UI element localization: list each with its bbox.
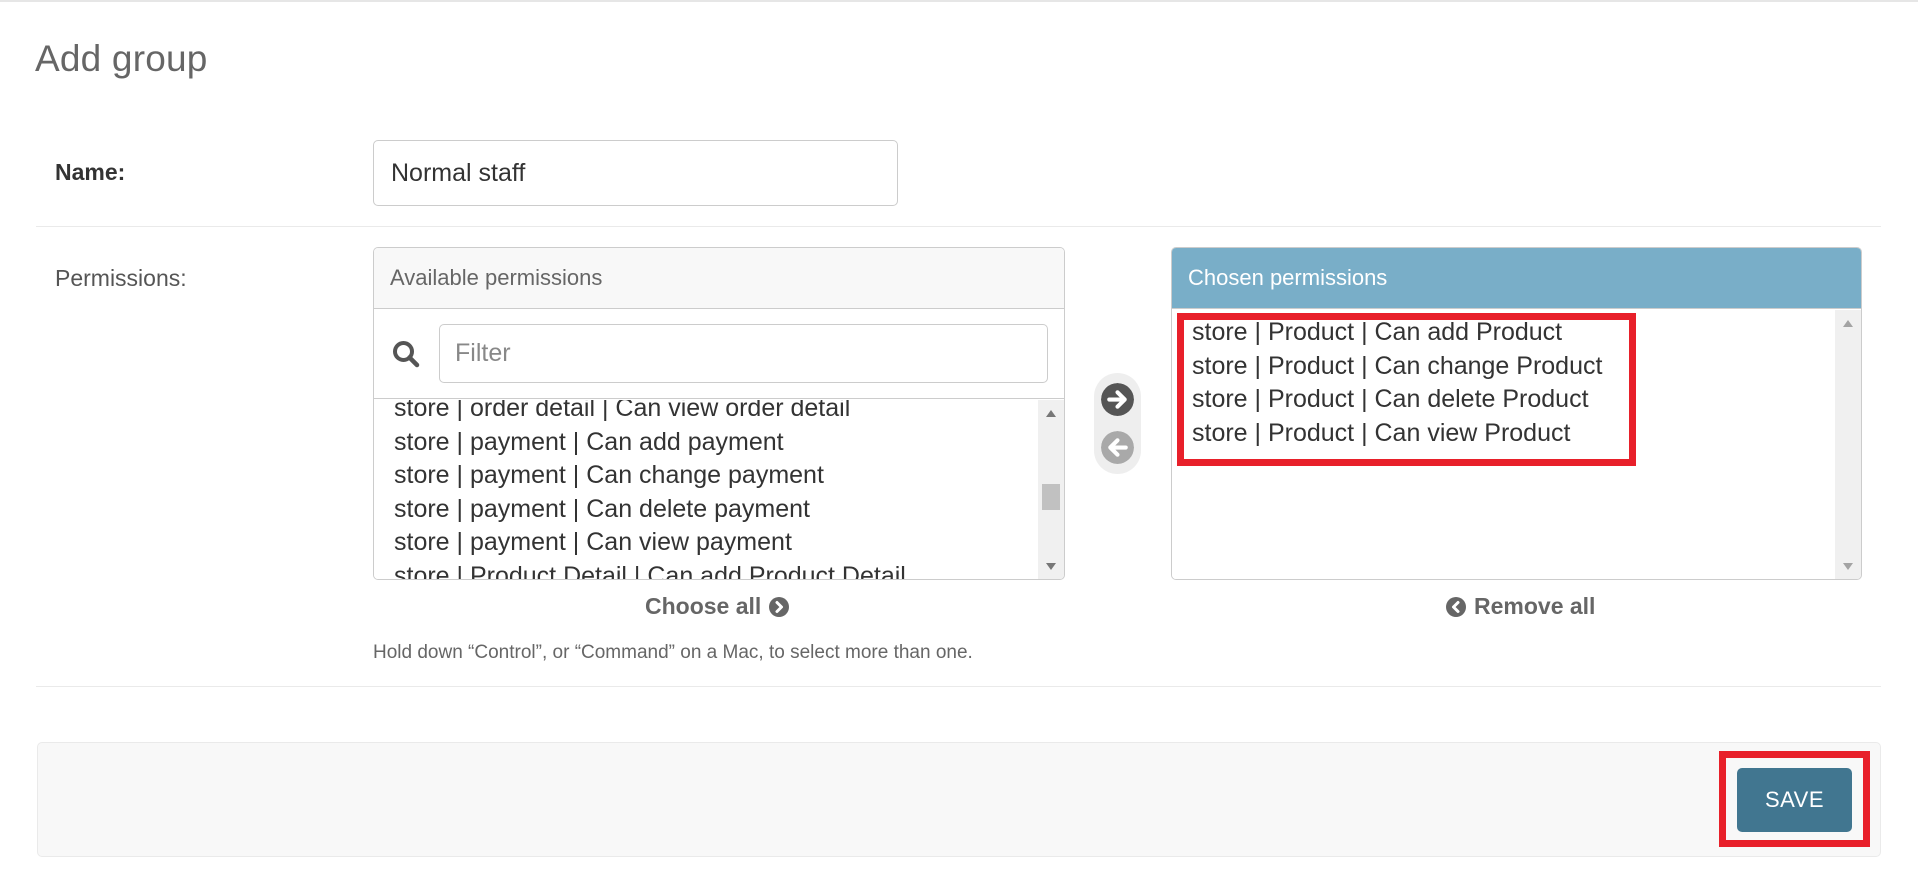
top-border xyxy=(0,0,1918,2)
available-permission-item[interactable]: store | payment | Can change payment xyxy=(374,459,1038,493)
available-permission-item[interactable]: store | payment | Can delete payment xyxy=(374,493,1038,527)
name-label: Name: xyxy=(55,159,126,185)
choose-all-link[interactable]: Choose all xyxy=(645,593,790,620)
permissions-label: Permissions: xyxy=(55,265,187,291)
chevron-left-circle-icon xyxy=(1446,596,1466,617)
remove-all-link[interactable]: Remove all xyxy=(1446,593,1595,620)
selector-arrows xyxy=(1094,373,1141,474)
save-button[interactable]: SAVE xyxy=(1737,768,1852,832)
available-permission-item[interactable]: store | payment | Can add payment xyxy=(374,426,1038,460)
divider xyxy=(36,226,1881,227)
scroll-down-arrow-icon[interactable] xyxy=(1046,563,1056,570)
scroll-up-arrow-icon[interactable] xyxy=(1843,320,1853,327)
chosen-permissions-list[interactable]: store | Product | Can add Product store … xyxy=(1172,310,1835,579)
chosen-permission-item[interactable]: store | Product | Can add Product xyxy=(1172,316,1835,350)
available-permissions-box: Available permissions store | order deta… xyxy=(373,247,1065,580)
chosen-permission-item[interactable]: store | Product | Can view Product xyxy=(1172,417,1835,451)
remove-all-label: Remove all xyxy=(1474,593,1596,619)
choose-all-label: Choose all xyxy=(645,593,762,619)
chosen-permissions-header: Chosen permissions xyxy=(1172,248,1861,309)
chosen-permissions-box: Chosen permissions store | Product | Can… xyxy=(1171,247,1862,580)
scroll-up-arrow-icon[interactable] xyxy=(1046,410,1056,417)
arrow-right-circle-icon[interactable] xyxy=(1101,383,1134,416)
page-title: Add group xyxy=(35,38,208,79)
available-permission-item[interactable]: store | order detail | Can view order de… xyxy=(374,400,1038,426)
filter-input[interactable] xyxy=(439,324,1048,383)
divider xyxy=(36,686,1881,687)
submit-row xyxy=(37,742,1881,857)
chosen-list-scrollbar[interactable] xyxy=(1835,310,1861,579)
help-text: Hold down “Control”, or “Command” on a M… xyxy=(373,642,973,663)
scroll-down-arrow-icon[interactable] xyxy=(1843,563,1853,570)
available-permissions-header: Available permissions xyxy=(374,248,1064,309)
chosen-permission-item[interactable]: store | Product | Can change Product xyxy=(1172,350,1835,384)
available-permissions-list[interactable]: store | order detail | Can view order de… xyxy=(374,400,1038,579)
available-list-scrollbar[interactable] xyxy=(1038,400,1064,579)
chosen-permission-item[interactable]: store | Product | Can delete Product xyxy=(1172,383,1835,417)
filter-row xyxy=(374,309,1064,399)
scrollbar-thumb[interactable] xyxy=(1042,484,1060,510)
name-input[interactable] xyxy=(373,140,898,206)
chevron-right-circle-icon xyxy=(769,596,790,617)
search-icon xyxy=(393,341,420,368)
available-permission-item[interactable]: store | Product Detail | Can add Product… xyxy=(374,560,1038,579)
available-permission-item[interactable]: store | payment | Can view payment xyxy=(374,526,1038,560)
arrow-left-circle-icon[interactable] xyxy=(1101,431,1134,464)
